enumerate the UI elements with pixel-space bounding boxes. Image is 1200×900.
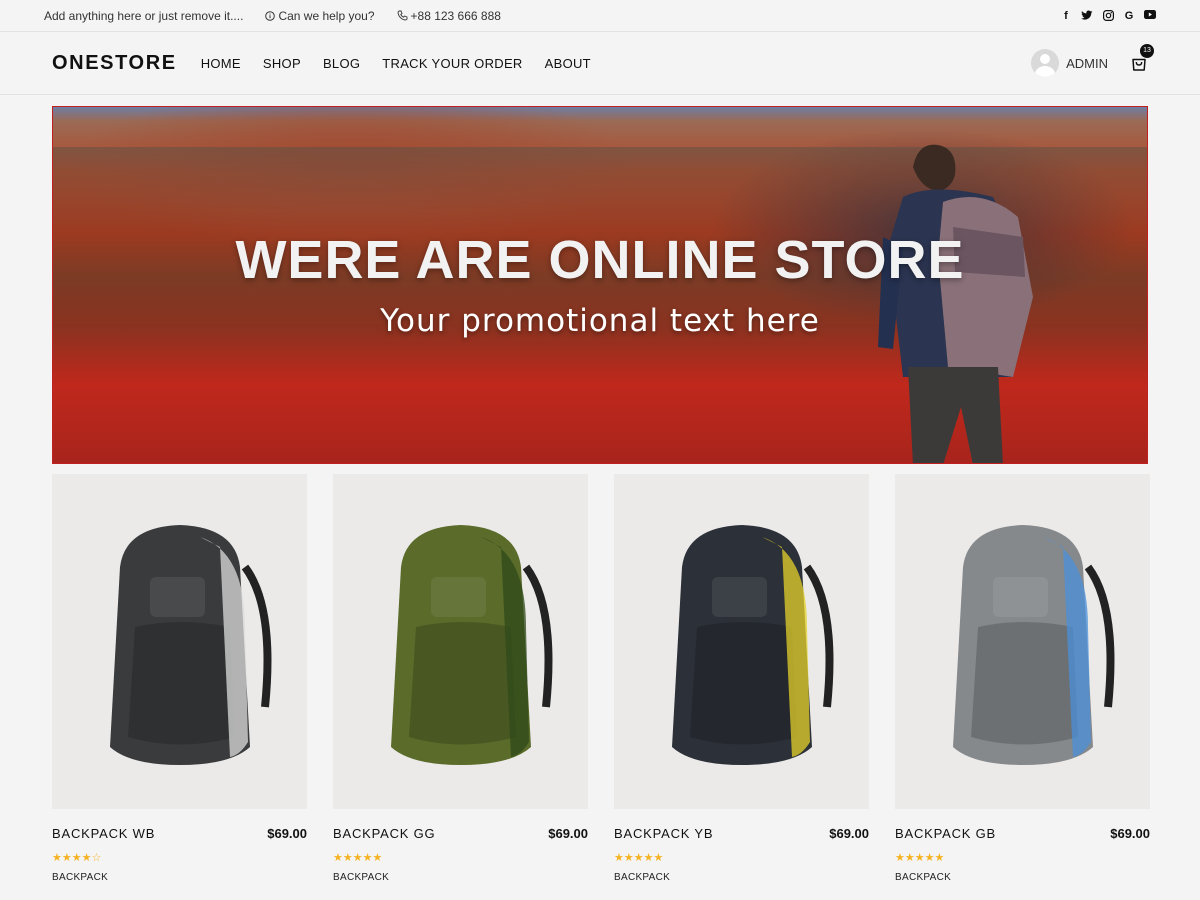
backpack-image: [671, 524, 833, 765]
product-name[interactable]: BACKPACK YB: [614, 826, 713, 841]
facebook-icon[interactable]: f: [1060, 10, 1072, 22]
product-category[interactable]: BACKPACK: [614, 872, 869, 883]
help-link[interactable]: Can we help you?: [265, 8, 375, 23]
help-text: Can we help you?: [278, 8, 375, 23]
product-card[interactable]: BACKPACK GG $69.00 ★★★★★ BACKPACK: [333, 474, 588, 883]
nav-blog[interactable]: BLOG: [323, 56, 360, 71]
rating-stars: ★★★★★: [333, 852, 383, 864]
product-image[interactable]: [895, 474, 1150, 809]
google-icon[interactable]: G: [1123, 10, 1135, 22]
product-name[interactable]: BACKPACK GB: [895, 826, 996, 841]
product-price: $69.00: [267, 826, 307, 841]
top-bar: Add anything here or just remove it.... …: [0, 0, 1200, 32]
nav-about[interactable]: ABOUT: [545, 56, 591, 71]
product-category[interactable]: BACKPACK: [52, 872, 307, 883]
info-icon: [265, 10, 276, 21]
cart-count-badge: 13: [1140, 44, 1154, 58]
phone-icon: [397, 10, 407, 21]
rating-stars: ★★★★★: [614, 852, 664, 864]
youtube-icon[interactable]: [1144, 9, 1156, 22]
social-links: f G: [1060, 9, 1156, 22]
rating-stars: ★★★★☆: [52, 852, 102, 864]
top-message: Add anything here or just remove it....: [44, 8, 244, 23]
main-nav: HOME SHOP BLOG TRACK YOUR ORDER ABOUT: [201, 56, 613, 71]
hiker-image: [878, 144, 1033, 463]
main-header: ONESTORE HOME SHOP BLOG TRACK YOUR ORDER…: [0, 32, 1200, 95]
instagram-icon[interactable]: [1102, 9, 1114, 22]
product-card[interactable]: BACKPACK YB $69.00 ★★★★★ BACKPACK: [614, 474, 869, 883]
phone-link[interactable]: +88 123 666 888: [397, 9, 501, 23]
backpack-image: [390, 524, 552, 765]
product-price: $69.00: [548, 826, 588, 841]
rating-stars: ★★★★★: [895, 852, 945, 864]
product-image[interactable]: [333, 474, 588, 809]
phone-number: +88 123 666 888: [410, 8, 501, 23]
product-category[interactable]: BACKPACK: [333, 872, 588, 883]
product-name[interactable]: BACKPACK WB: [52, 826, 155, 841]
product-image[interactable]: [52, 474, 307, 809]
product-grid: BACKPACK WB $69.00 ★★★★☆ BACKPACK BACKPA…: [52, 474, 1150, 883]
nav-shop[interactable]: SHOP: [263, 56, 301, 71]
product-image[interactable]: [614, 474, 869, 809]
product-card[interactable]: BACKPACK WB $69.00 ★★★★☆ BACKPACK: [52, 474, 307, 883]
user-name[interactable]: ADMIN: [1066, 56, 1108, 71]
product-category[interactable]: BACKPACK: [895, 872, 1150, 883]
hero-banner: WERE ARE ONLINE STORE Your promotional t…: [52, 106, 1148, 464]
hero-title: WERE ARE ONLINE STORE: [235, 230, 965, 290]
twitter-icon[interactable]: [1081, 10, 1093, 22]
header-actions: ADMIN 13: [1031, 44, 1154, 77]
product-card[interactable]: BACKPACK GB $69.00 ★★★★★ BACKPACK: [895, 474, 1150, 883]
site-logo[interactable]: ONESTORE: [52, 52, 177, 75]
hero-subtitle: Your promotional text here: [380, 303, 820, 339]
nav-home[interactable]: HOME: [201, 56, 241, 71]
backpack-image: [109, 524, 271, 765]
cart-button[interactable]: 13: [1130, 44, 1154, 72]
product-price: $69.00: [1110, 826, 1150, 841]
product-name[interactable]: BACKPACK GG: [333, 826, 435, 841]
nav-track-order[interactable]: TRACK YOUR ORDER: [382, 56, 522, 71]
product-price: $69.00: [829, 826, 869, 841]
backpack-image: [952, 524, 1114, 765]
avatar[interactable]: [1031, 49, 1060, 77]
